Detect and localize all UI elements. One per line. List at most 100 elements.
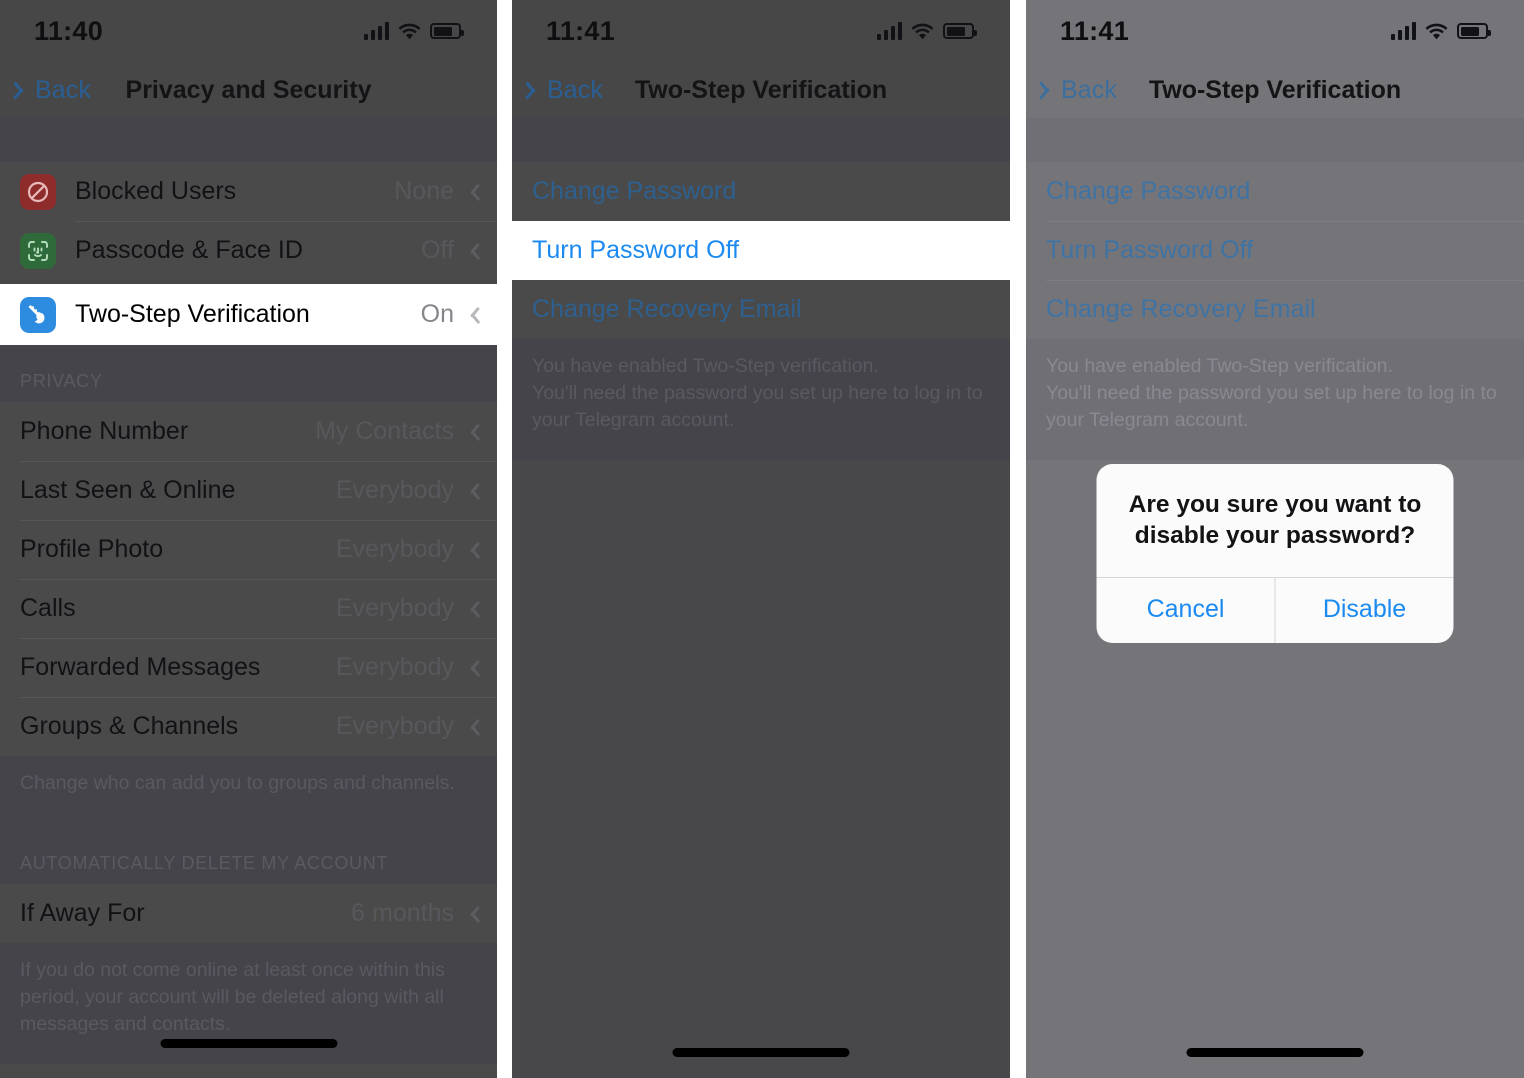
battery-icon xyxy=(430,23,464,39)
row-two-step-verification[interactable]: Two-Step Verification On xyxy=(0,284,497,345)
footnote-privacy: Change who can add you to groups and cha… xyxy=(0,756,497,823)
blocked-users-icon xyxy=(20,173,56,210)
disable-button[interactable]: Disable xyxy=(1274,577,1454,643)
data-settings-group: Data Settings xyxy=(0,1063,497,1078)
status-bar-clock: 11:41 xyxy=(1060,15,1130,46)
home-indicator[interactable] xyxy=(672,1048,850,1057)
row-change-password[interactable]: Change Password xyxy=(1026,162,1524,221)
row-value: Everybody xyxy=(335,712,454,740)
auto-delete-group: If Away For 6 months xyxy=(0,883,497,943)
row-label: Profile Photo xyxy=(20,535,164,563)
back-button[interactable]: Back xyxy=(530,76,603,105)
chevron-right-icon xyxy=(468,717,479,736)
nav-bar: Back Privacy and Security xyxy=(0,62,497,118)
screen-surface: 11:40 Back Privacy and Security Blocked … xyxy=(0,0,497,1078)
row-change-recovery-email[interactable]: Change Recovery Email xyxy=(512,280,1010,339)
phone-screen-disable-confirm: 11:41 Back Two-Step Verification Change … xyxy=(1026,0,1524,1078)
signal-bars-icon xyxy=(876,22,902,40)
row-data-settings[interactable]: Data Settings xyxy=(0,1063,497,1078)
alert-body: Are you sure you want to disable your pa… xyxy=(1097,464,1454,577)
signal-bars-icon xyxy=(363,22,389,40)
chevron-left-icon xyxy=(1044,79,1057,101)
key-icon xyxy=(20,296,56,333)
row-label: Last Seen & Online xyxy=(20,476,236,504)
row-label: Blocked Users xyxy=(75,177,237,205)
screen-surface: 11:41 Back Two-Step Verification Change … xyxy=(1026,0,1524,1078)
link-label: Change Password xyxy=(1046,177,1251,205)
home-indicator[interactable] xyxy=(160,1039,337,1048)
row-turn-password-off[interactable]: Turn Password Off xyxy=(512,221,1010,280)
link-label: Turn Password Off xyxy=(532,236,740,264)
row-change-password[interactable]: Change Password xyxy=(512,162,1010,221)
row-calls[interactable]: Calls Everybody xyxy=(0,579,497,638)
row-value: On xyxy=(420,300,454,328)
settings-list[interactable]: Blocked Users None Passcode & Face ID Of… xyxy=(0,118,497,1078)
row-forwarded-messages[interactable]: Forwarded Messages Everybody xyxy=(0,638,497,697)
cancel-button[interactable]: Cancel xyxy=(1097,578,1275,643)
recovery-group: Change Recovery Email xyxy=(512,280,1010,339)
row-label: Phone Number xyxy=(20,417,189,445)
row-value: Everybody xyxy=(335,476,454,504)
chevron-left-icon xyxy=(18,79,31,101)
back-button[interactable]: Back xyxy=(18,76,91,105)
status-bar-icons xyxy=(1390,22,1491,40)
phone-screen-privacy-and-security: 11:40 Back Privacy and Security Blocked … xyxy=(0,0,497,1078)
row-value: Everybody xyxy=(335,535,454,563)
footnote-two-step: You have enabled Two-Step verification. … xyxy=(1026,339,1524,460)
privacy-group: Phone Number My Contacts Last Seen & Onl… xyxy=(0,402,497,756)
actions-group: Change Password Turn Password Off Change… xyxy=(1026,162,1524,339)
chevron-right-icon xyxy=(468,241,479,260)
chevron-right-icon xyxy=(468,422,479,441)
row-groups-channels[interactable]: Groups & Channels Everybody xyxy=(0,697,497,756)
row-value: My Contacts xyxy=(315,417,454,445)
chevron-right-icon xyxy=(468,182,479,201)
link-label: Change Password xyxy=(532,177,737,205)
status-bar: 11:41 xyxy=(1026,0,1524,62)
chevron-right-icon xyxy=(468,305,479,324)
row-if-away-for[interactable]: If Away For 6 months xyxy=(0,883,497,943)
row-phone-number[interactable]: Phone Number My Contacts xyxy=(0,402,497,461)
list-top-spacer xyxy=(512,118,1010,162)
back-button[interactable]: Back xyxy=(1044,76,1117,105)
footnote-two-step: You have enabled Two-Step verification. … xyxy=(512,339,1010,460)
wifi-icon xyxy=(1425,23,1448,40)
wifi-icon xyxy=(911,23,934,40)
spotlight-two-step-verification: Two-Step Verification On xyxy=(0,284,497,345)
chevron-right-icon xyxy=(468,481,479,500)
row-label: Two-Step Verification xyxy=(75,300,310,328)
row-value: Everybody xyxy=(335,653,454,681)
home-indicator[interactable] xyxy=(1186,1048,1364,1057)
status-bar: 11:40 xyxy=(0,0,497,62)
status-bar: 11:41 xyxy=(512,0,1010,62)
status-bar-clock: 11:41 xyxy=(546,15,616,46)
list-top-spacer xyxy=(0,118,497,162)
row-label: Forwarded Messages xyxy=(20,653,261,681)
alert-button-bar: Cancel Disable xyxy=(1096,576,1454,643)
row-change-recovery-email[interactable]: Change Recovery Email xyxy=(1026,280,1524,339)
row-profile-photo[interactable]: Profile Photo Everybody xyxy=(0,520,497,579)
nav-bar: Back Two-Step Verification xyxy=(512,62,1010,118)
row-passcode-face-id[interactable]: Passcode & Face ID Off xyxy=(0,221,497,280)
section-header-auto-delete: AUTOMATICALLY DELETE MY ACCOUNT xyxy=(0,822,497,884)
chevron-left-icon xyxy=(530,79,543,101)
two-step-list[interactable]: Change Password Turn Password Off Change… xyxy=(512,118,1010,1078)
wifi-icon xyxy=(398,23,421,40)
row-turn-password-off[interactable]: Turn Password Off xyxy=(1026,221,1524,280)
row-value: Everybody xyxy=(335,594,454,622)
phone-screen-two-step-verification: 11:41 Back Two-Step Verification Change … xyxy=(512,0,1010,1078)
chevron-right-icon xyxy=(468,904,479,923)
link-label: Turn Password Off xyxy=(1046,236,1254,264)
back-button-label: Back xyxy=(547,75,603,104)
disable-password-alert: Are you sure you want to disable your pa… xyxy=(1096,464,1454,643)
row-value: None xyxy=(394,177,454,205)
back-button-label: Back xyxy=(1061,75,1117,104)
panel-divider xyxy=(497,0,512,1078)
row-label: Groups & Channels xyxy=(20,712,239,740)
row-last-seen-online[interactable]: Last Seen & Online Everybody xyxy=(0,461,497,520)
nav-bar: Back Two-Step Verification xyxy=(1026,62,1524,118)
back-button-label: Back xyxy=(35,75,91,104)
battery-icon xyxy=(1457,23,1491,39)
row-value: 6 months xyxy=(351,898,454,927)
alert-title: Are you sure you want to disable your pa… xyxy=(1128,491,1422,549)
row-blocked-users[interactable]: Blocked Users None xyxy=(0,162,497,221)
